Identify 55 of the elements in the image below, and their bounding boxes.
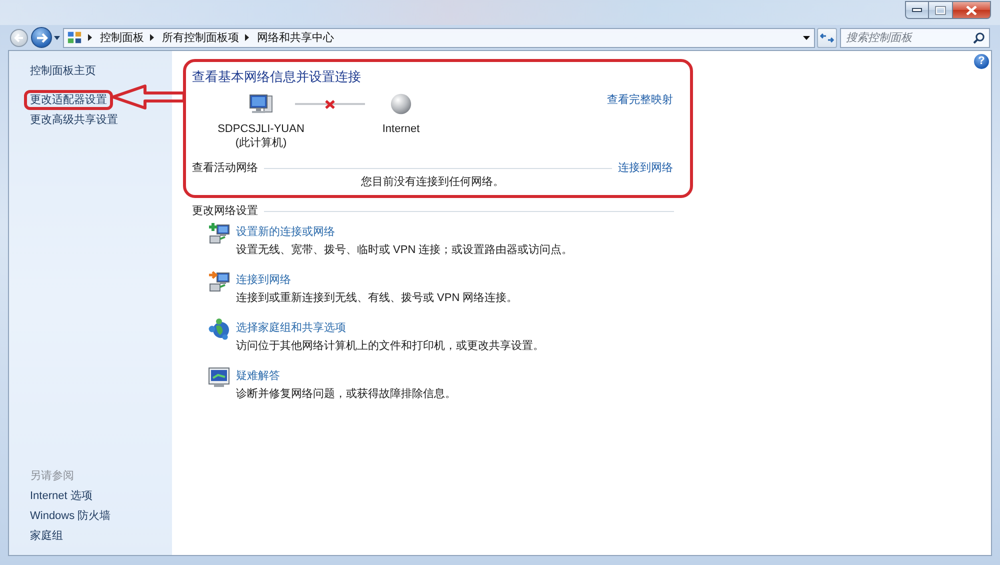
connect-link[interactable]: 连接到网络 bbox=[618, 161, 673, 175]
refresh-icon bbox=[820, 32, 834, 44]
chevron-icon[interactable] bbox=[150, 34, 154, 41]
section-title: 查看基本网络信息并设置连接 bbox=[192, 68, 361, 86]
see-also-heading: 另请参阅 bbox=[30, 469, 74, 484]
task-description: 访问位于其他网络计算机上的文件和打印机，或更改共享设置。 bbox=[236, 339, 544, 353]
search-icon[interactable] bbox=[973, 32, 985, 44]
chevron-icon[interactable] bbox=[88, 34, 92, 41]
task-description: 连接到或重新连接到无线、有线、拨号或 VPN 网络连接。 bbox=[236, 291, 518, 305]
breadcrumb-item[interactable]: 网络和共享中心 bbox=[257, 30, 334, 45]
network-add-icon bbox=[208, 222, 230, 244]
sidebar-link[interactable]: 控制面板主页 bbox=[24, 61, 102, 81]
maximize-icon bbox=[935, 6, 946, 14]
control-panel-icon bbox=[67, 30, 82, 45]
search-field[interactable]: 搜索控制面板 bbox=[840, 28, 990, 48]
task-description: 设置无线、宽带、拨号、临时或 VPN 连接；或设置路由器或访问点。 bbox=[236, 243, 573, 257]
arrow-left-icon bbox=[14, 32, 24, 42]
breadcrumb-item[interactable]: 所有控制面板项 bbox=[162, 30, 239, 45]
homegroup-icon bbox=[208, 318, 230, 340]
minimize-icon bbox=[912, 8, 922, 12]
dropdown-caret-icon[interactable] bbox=[803, 36, 810, 40]
network-connect-icon bbox=[208, 270, 230, 292]
task-description: 诊断并修复网络问题，或获得故障排除信息。 bbox=[236, 387, 456, 401]
minimize-button[interactable] bbox=[905, 1, 929, 19]
sidebar-link[interactable]: 更改适配器设置 bbox=[24, 90, 113, 110]
computer-icon bbox=[248, 93, 274, 115]
dropdown-caret-icon[interactable] bbox=[54, 36, 60, 40]
task-link[interactable]: 选择家庭组和共享选项 bbox=[236, 321, 346, 335]
node-name: SDPCSJLI-YUAN bbox=[218, 122, 304, 136]
globe-icon bbox=[390, 93, 412, 115]
node-name: Internet bbox=[382, 122, 420, 136]
node-note: (此计算机) bbox=[235, 136, 287, 150]
see-also-link[interactable]: Windows 防火墙 bbox=[30, 506, 111, 526]
forward-button[interactable] bbox=[31, 27, 52, 48]
close-button[interactable] bbox=[953, 1, 991, 19]
troubleshoot-icon bbox=[208, 366, 230, 388]
address-bar[interactable]: 控制面板 所有控制面板项 网络和共享中心 bbox=[63, 28, 815, 48]
sidebar-link[interactable]: 更改高级共享设置 bbox=[24, 110, 124, 130]
full-map-link[interactable]: 查看完整映射 bbox=[607, 93, 673, 107]
chevron-icon[interactable] bbox=[245, 34, 249, 41]
task-link[interactable]: 设置新的连接或网络 bbox=[236, 225, 335, 239]
back-button[interactable] bbox=[10, 28, 28, 46]
close-icon bbox=[966, 6, 977, 14]
section-heading: 更改网络设置 bbox=[192, 204, 258, 218]
task-link[interactable]: 疑难解答 bbox=[236, 369, 280, 383]
status-message: 您目前没有连接到任何网络。 bbox=[361, 175, 504, 189]
error-x-icon bbox=[325, 100, 335, 108]
breadcrumb-item[interactable]: 控制面板 bbox=[100, 30, 144, 45]
maximize-button[interactable] bbox=[929, 1, 953, 19]
refresh-button[interactable] bbox=[817, 28, 837, 48]
see-also-link[interactable]: 家庭组 bbox=[30, 526, 63, 546]
arrow-right-icon bbox=[36, 32, 48, 44]
section-heading: 查看活动网络 bbox=[192, 161, 258, 175]
task-link[interactable]: 连接到网络 bbox=[236, 273, 291, 287]
see-also-link[interactable]: Internet 选项 bbox=[30, 486, 92, 506]
